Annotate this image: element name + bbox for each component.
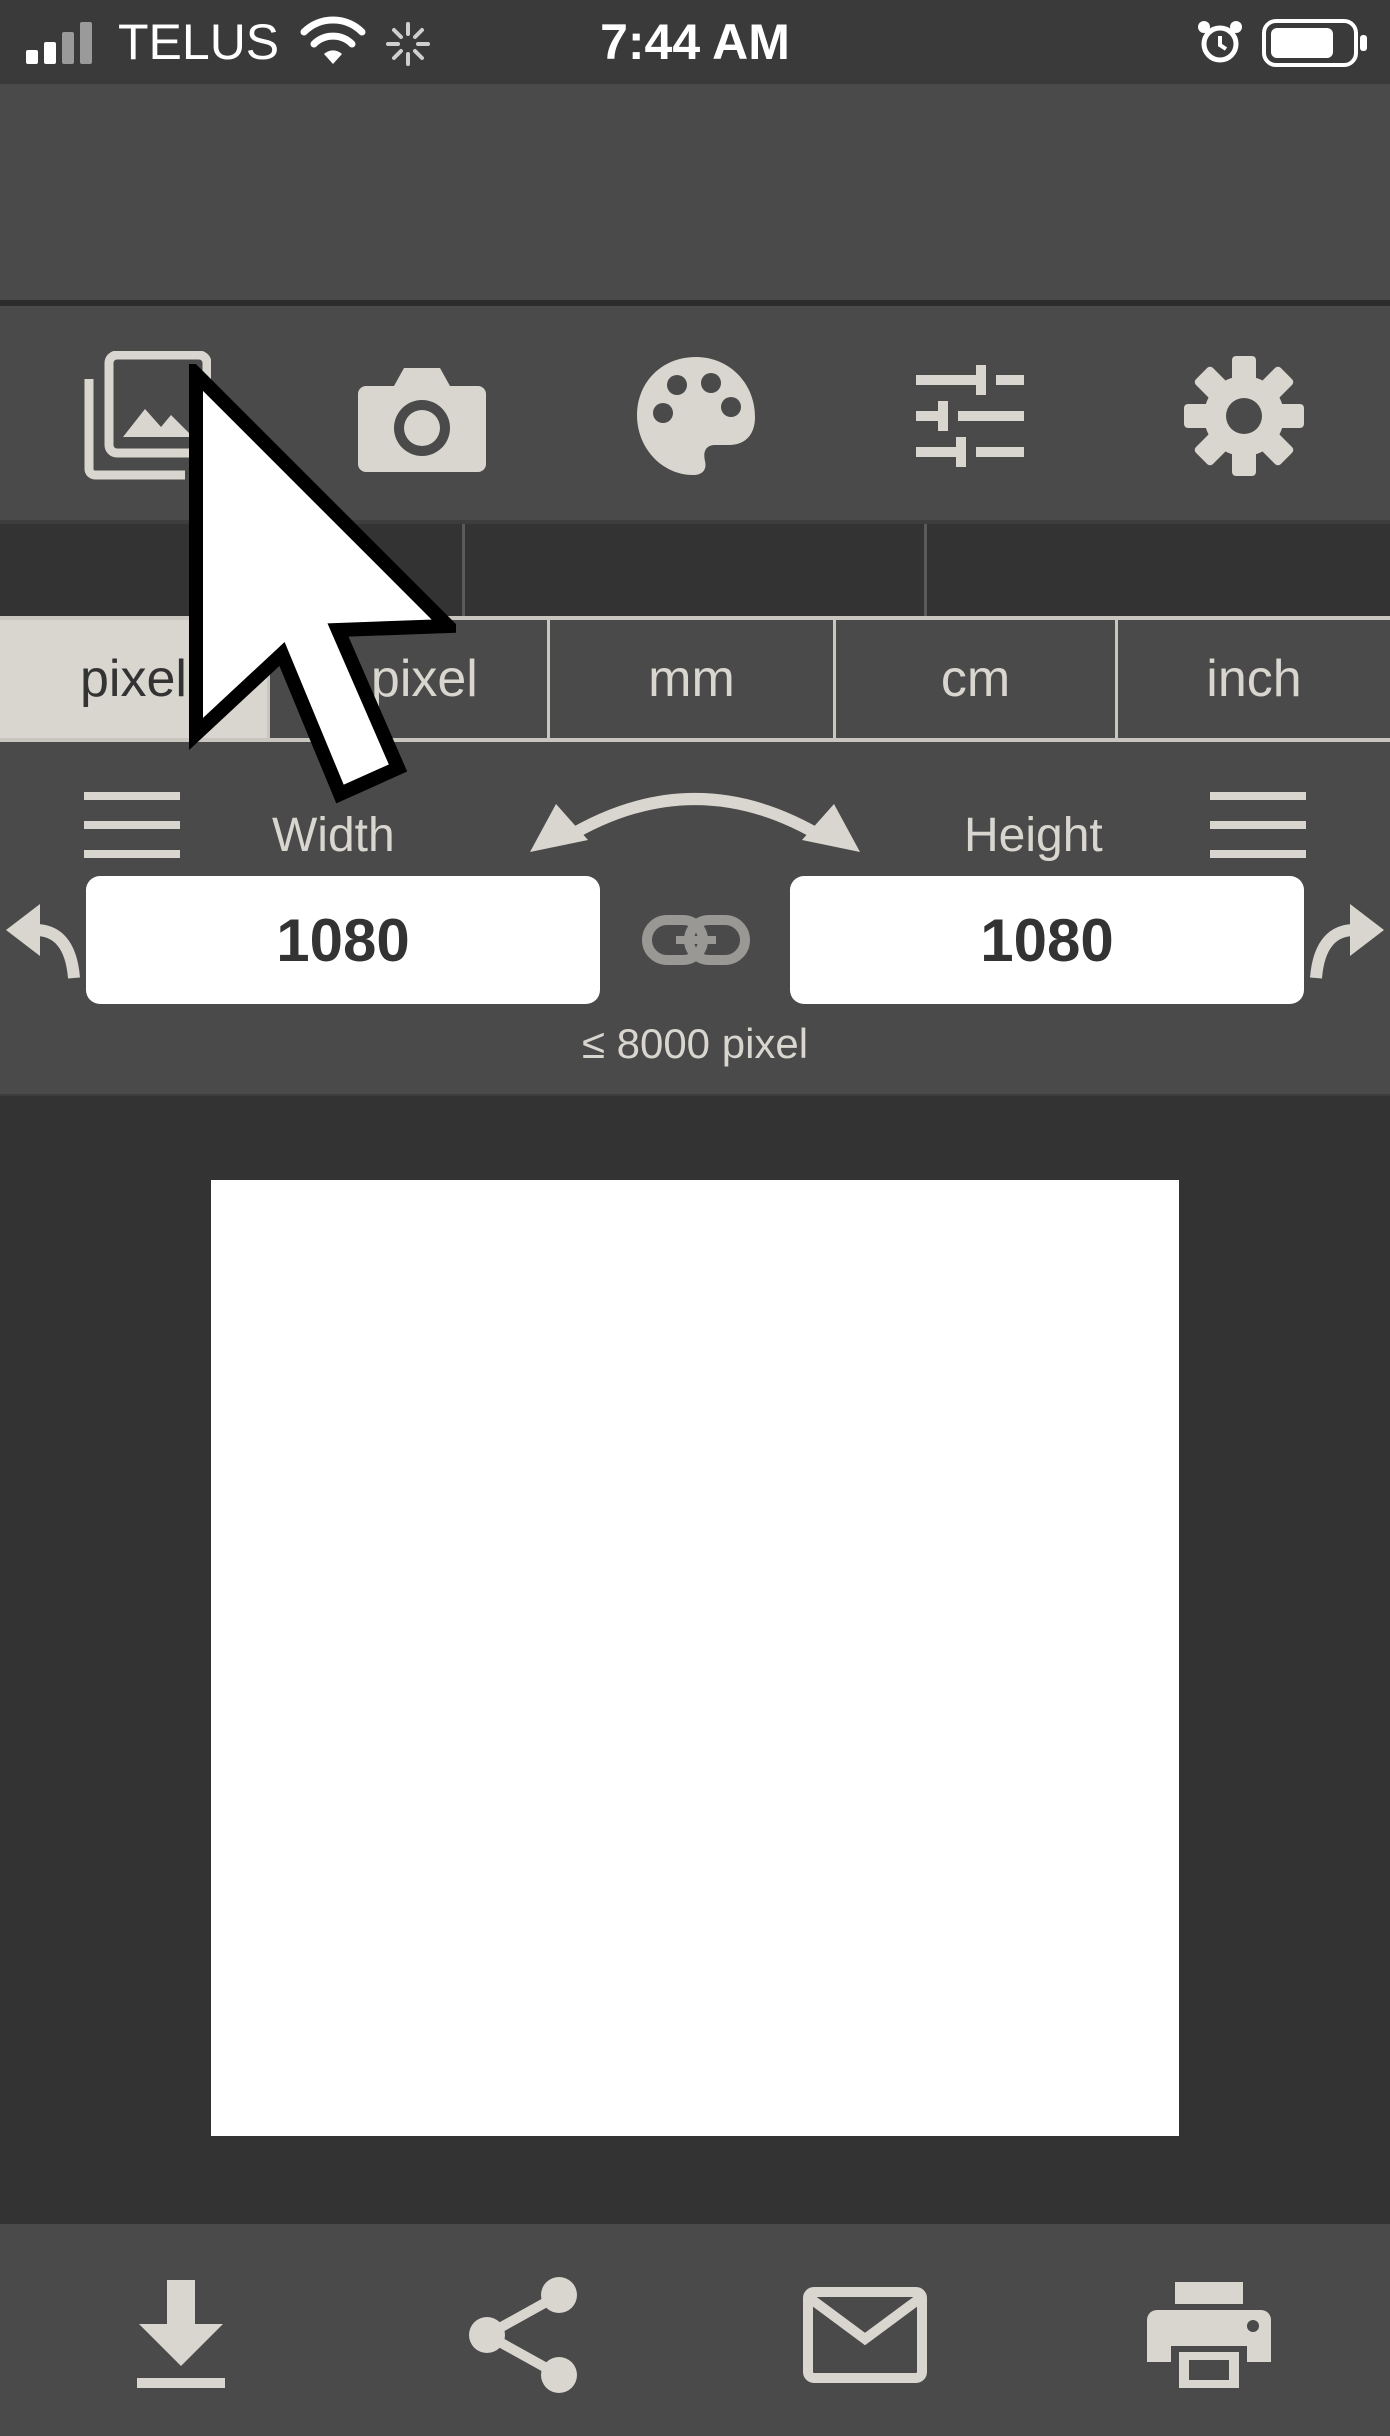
- width-input[interactable]: 1080: [86, 876, 600, 1004]
- gear-icon[interactable]: [1174, 346, 1314, 486]
- size-limit-note: ≤ 8000 pixel: [581, 1020, 809, 1067]
- image-canvas[interactable]: [211, 1180, 1179, 2136]
- download-icon[interactable]: [116, 2270, 246, 2400]
- segment-divider: [924, 524, 927, 616]
- sliders-icon[interactable]: [900, 346, 1040, 486]
- clock-time: 7:44 AM: [600, 14, 790, 70]
- redo-icon[interactable]: [1308, 898, 1386, 980]
- mouse-cursor-icon: [186, 364, 456, 814]
- mail-icon[interactable]: [800, 2270, 930, 2400]
- height-label: Height: [964, 809, 1103, 862]
- segment-divider: [462, 524, 465, 616]
- tab-cm[interactable]: cm: [836, 620, 1118, 738]
- battery-icon: [1262, 18, 1370, 68]
- tab-mm[interactable]: mm: [550, 620, 836, 738]
- height-input[interactable]: 1080: [790, 876, 1304, 1004]
- undo-icon[interactable]: [4, 898, 82, 980]
- palette-icon[interactable]: [626, 346, 766, 486]
- swap-dimensions-icon[interactable]: [526, 770, 864, 854]
- status-bar: TELUS 7:44 AM: [0, 0, 1390, 84]
- share-icon[interactable]: [458, 2270, 588, 2400]
- tab-inch[interactable]: inch: [1118, 620, 1390, 738]
- app-header: [0, 84, 1390, 306]
- height-menu-icon[interactable]: [1210, 792, 1306, 858]
- alarm-icon: [1196, 18, 1244, 66]
- width-label: Width: [272, 809, 395, 862]
- print-icon[interactable]: [1144, 2270, 1274, 2400]
- canvas-area: [0, 1096, 1390, 2224]
- aspect-link-icon[interactable]: [642, 910, 750, 970]
- width-menu-icon[interactable]: [84, 792, 180, 858]
- bottom-toolbar: [0, 2224, 1390, 2436]
